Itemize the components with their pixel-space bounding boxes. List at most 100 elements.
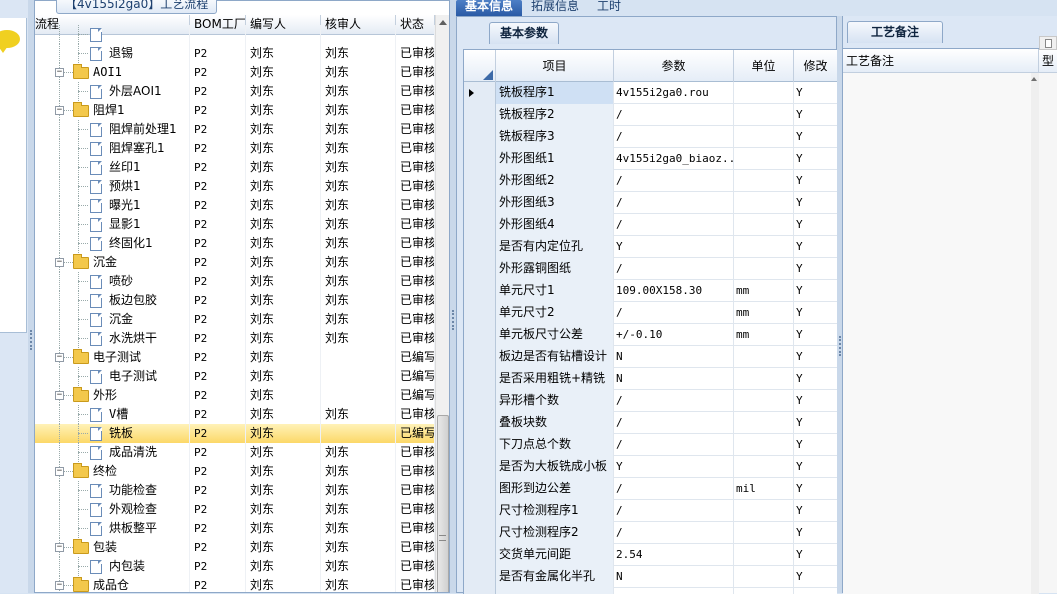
tree-node-cell[interactable]: 丝印1 (35, 158, 190, 177)
param-value-cell[interactable]: N (614, 346, 734, 368)
param-unit-cell[interactable] (734, 544, 794, 566)
tree-node-row[interactable]: 阻焊前处理1 P2 刘东 刘东 已审核 (35, 120, 435, 139)
notes-column-scroll[interactable] (1039, 36, 1057, 50)
param-value-cell[interactable]: 109.00X158.30 (614, 280, 734, 302)
param-modify-cell[interactable]: Y (794, 456, 837, 478)
param-row[interactable]: 下刀点总个数 / Y (464, 434, 837, 456)
tab-basic-params[interactable]: 基本参数 (489, 22, 560, 44)
tree-node-row[interactable]: 内包装 P2 刘东 刘东 已审核 (35, 557, 435, 576)
tree-node-row[interactable]: 丝印1 P2 刘东 刘东 已审核 (35, 158, 435, 177)
param-modify-cell[interactable]: Y (794, 368, 837, 390)
param-value-cell[interactable]: +/-0.10 (614, 324, 734, 346)
param-value-cell[interactable]: / (614, 412, 734, 434)
param-value-cell[interactable]: / (614, 170, 734, 192)
row-indicator[interactable] (464, 258, 496, 280)
param-unit-cell[interactable] (734, 368, 794, 390)
tree-node-row[interactable]: 电子测试 P2 刘东 已编写 (35, 367, 435, 386)
header-unit[interactable]: 单位 (734, 50, 794, 82)
tree-node-row[interactable]: 板边包胶 P2 刘东 刘东 已审核 (35, 291, 435, 310)
row-indicator[interactable] (464, 302, 496, 324)
param-unit-cell[interactable] (734, 588, 794, 594)
param-value-cell[interactable]: N (614, 368, 734, 390)
param-value-cell[interactable]: / (614, 500, 734, 522)
param-row[interactable]: 铣板程序1 4v155i2ga0.rou Y (464, 82, 837, 104)
param-value-cell[interactable]: / (614, 258, 734, 280)
row-indicator[interactable] (464, 390, 496, 412)
param-modify-cell[interactable] (794, 588, 837, 594)
param-modify-cell[interactable]: Y (794, 302, 837, 324)
param-value-cell[interactable]: / (614, 192, 734, 214)
param-modify-cell[interactable]: Y (794, 412, 837, 434)
tree-node-cell[interactable]: V槽 (35, 405, 190, 424)
param-modify-cell[interactable]: Y (794, 324, 837, 346)
tree-node-cell[interactable]: 电子测试 (35, 367, 190, 386)
param-unit-cell[interactable] (734, 500, 794, 522)
tree-node-row[interactable]: 外观检查 P2 刘东 刘东 已审核 (35, 500, 435, 519)
header-type[interactable]: 型 (1039, 49, 1057, 73)
param-unit-cell[interactable] (734, 456, 794, 478)
tree-node-row[interactable]: 曝光1 P2 刘东 刘东 已审核 (35, 196, 435, 215)
param-modify-cell[interactable]: Y (794, 544, 837, 566)
notes-scrollbar[interactable] (1031, 73, 1039, 594)
param-modify-cell[interactable]: Y (794, 104, 837, 126)
tree-node-row[interactable]: 成品清洗 P2 刘东 刘东 已审核 (35, 443, 435, 462)
tab-work-hours[interactable]: 工时 (588, 0, 630, 16)
tree-node-row[interactable] (35, 25, 435, 44)
tree-folder-row[interactable]: − 沉金 P2 刘东 刘东 已审核 (35, 253, 435, 272)
tree-node-row[interactable]: 烘板整平 P2 刘东 刘东 已审核 (35, 519, 435, 538)
tree-node-cell[interactable]: 退锡 (35, 44, 190, 63)
tree-node-row[interactable]: 水洗烘干 P2 刘东 刘东 已审核 (35, 329, 435, 348)
param-modify-cell[interactable]: Y (794, 82, 837, 104)
param-row[interactable]: 是否有金属化半孔 N Y (464, 566, 837, 588)
tree-folder-row[interactable]: − AOI1 P2 刘东 刘东 已审核 (35, 63, 435, 82)
param-value-cell[interactable]: 4v155i2ga0_biaoz... (614, 148, 734, 170)
header-modify[interactable]: 修改 (794, 50, 837, 82)
tree-node-row[interactable]: 功能检查 P2 刘东 刘东 已审核 (35, 481, 435, 500)
param-modify-cell[interactable]: Y (794, 522, 837, 544)
tree-node-row[interactable]: 阻焊塞孔1 P2 刘东 刘东 已审核 (35, 139, 435, 158)
param-value-cell[interactable]: N (614, 566, 734, 588)
param-unit-cell[interactable] (734, 170, 794, 192)
tree-node-cell[interactable]: − 成品仓 (35, 576, 190, 592)
param-value-cell[interactable]: Y (614, 236, 734, 258)
collapse-icon[interactable]: − (55, 68, 64, 77)
tree-folder-row[interactable]: − 包装 P2 刘东 刘东 已审核 (35, 538, 435, 557)
param-row[interactable]: 外形露铜图纸 / Y (464, 258, 837, 280)
param-unit-cell[interactable]: mm (734, 280, 794, 302)
collapse-icon[interactable]: − (55, 106, 64, 115)
row-indicator[interactable] (464, 104, 496, 126)
param-modify-cell[interactable]: Y (794, 236, 837, 258)
param-modify-cell[interactable]: Y (794, 258, 837, 280)
tree-node-cell[interactable]: 外观检查 (35, 500, 190, 519)
param-row[interactable]: 铣板程序2/ Y (464, 104, 837, 126)
tree-node-row[interactable]: 喷砂 P2 刘东 刘东 已审核 (35, 272, 435, 291)
row-indicator[interactable] (464, 456, 496, 478)
collapse-icon[interactable]: − (55, 258, 64, 267)
tree-folder-row[interactable]: − 外形 P2 刘东 已编写 (35, 386, 435, 405)
param-unit-cell[interactable]: mm (734, 302, 794, 324)
param-modify-cell[interactable]: Y (794, 214, 837, 236)
header-param[interactable]: 参数 (614, 50, 734, 82)
param-unit-cell[interactable] (734, 192, 794, 214)
tree-node-cell[interactable]: 阻焊塞孔1 (35, 139, 190, 158)
scroll-thumb[interactable] (437, 415, 449, 592)
param-unit-cell[interactable]: mil (734, 478, 794, 500)
param-unit-cell[interactable] (734, 346, 794, 368)
tree-node-cell[interactable]: − AOI1 (35, 63, 190, 82)
tree-node-row[interactable]: 外层AOI1 P2 刘东 刘东 已审核 (35, 82, 435, 101)
param-row[interactable]: 叠板块数 / Y (464, 412, 837, 434)
param-modify-cell[interactable]: Y (794, 478, 837, 500)
tree-node-cell[interactable]: − 电子测试 (35, 348, 190, 367)
row-indicator[interactable] (464, 588, 496, 594)
tree-node-cell[interactable]: 沉金 (35, 310, 190, 329)
param-unit-cell[interactable] (734, 566, 794, 588)
param-row[interactable]: 是否有内定位孔 Y Y (464, 236, 837, 258)
tree-folder-row[interactable]: − 成品仓 P2 刘东 刘东 已审核 (35, 576, 435, 592)
tree-node-cell[interactable]: 铣板 (35, 424, 190, 443)
param-modify-cell[interactable]: Y (794, 192, 837, 214)
tree-node-row[interactable]: 预烘1 P2 刘东 刘东 已审核 (35, 177, 435, 196)
param-unit-cell[interactable] (734, 522, 794, 544)
param-modify-cell[interactable]: Y (794, 280, 837, 302)
param-value-cell[interactable]: / (614, 104, 734, 126)
param-unit-cell[interactable] (734, 148, 794, 170)
